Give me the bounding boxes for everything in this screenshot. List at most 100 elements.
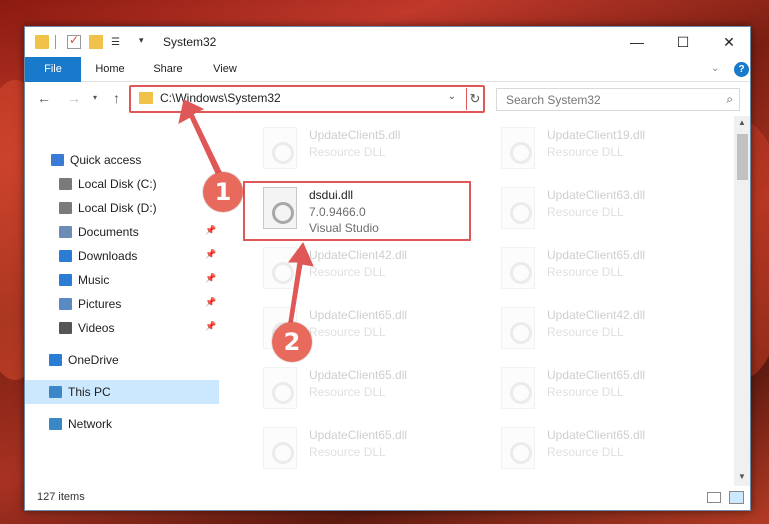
chevron-down-icon[interactable]: ⌄ xyxy=(711,63,719,74)
navigation-pane: Quick access Local Disk (C:) Local Disk (D… xyxy=(25,116,219,486)
file-highlight-box xyxy=(243,181,471,241)
sidebar-item-this-pc[interactable]: This PC xyxy=(25,380,219,404)
quick-access-dropdown-icon[interactable]: ▾ xyxy=(139,35,153,49)
file-description: Resource DLL xyxy=(547,145,624,159)
music-icon xyxy=(59,274,72,286)
dll-file-icon xyxy=(263,127,297,169)
address-path[interactable]: C:\Windows\System32 xyxy=(160,91,281,105)
sidebar-item-label: Quick access xyxy=(70,153,142,167)
file-item[interactable]: UpdateClient65.dll Resource DLL xyxy=(493,362,719,416)
star-icon xyxy=(51,154,64,166)
sidebar-item-pictures[interactable]: Pictures 📌 xyxy=(25,292,219,316)
file-description: Resource DLL xyxy=(547,325,624,339)
file-item[interactable]: UpdateClient19.dll Resource DLL xyxy=(493,122,719,176)
dll-file-icon xyxy=(501,187,535,229)
folder-icon xyxy=(139,92,153,104)
file-item[interactable]: UpdateClient65.dll Resource DLL xyxy=(493,242,719,296)
sidebar-item-onedrive[interactable]: OneDrive xyxy=(25,348,219,372)
tab-file[interactable]: File xyxy=(25,57,81,82)
sidebar-item-quick-access[interactable]: Quick access xyxy=(25,148,219,172)
file-name: UpdateClient65.dll xyxy=(547,428,646,442)
pin-icon[interactable]: 📌 xyxy=(205,297,216,308)
file-name: UpdateClient5.dll xyxy=(309,128,401,142)
step-callout-2: 2 xyxy=(272,322,312,362)
sidebar-item-label: Downloads xyxy=(78,249,138,263)
file-item[interactable]: UpdateClient5.dll Resource DLL xyxy=(255,122,481,176)
pictures-icon xyxy=(59,298,72,310)
file-item[interactable]: UpdateClient65.dll Resource DLL xyxy=(255,422,481,476)
sidebar-item-videos[interactable]: Videos 📌 xyxy=(25,316,219,340)
vertical-scrollbar[interactable]: ▲ ▼ xyxy=(734,116,750,486)
tab-home[interactable]: Home xyxy=(85,57,135,82)
file-item[interactable]: UpdateClient65.dll Resource DLL xyxy=(493,422,719,476)
scroll-down-icon[interactable]: ▼ xyxy=(738,472,746,481)
drive-icon xyxy=(59,202,72,214)
file-item[interactable]: UpdateClient63.dll Resource DLL xyxy=(493,182,719,236)
sidebar-item-label: Videos xyxy=(78,321,115,335)
toolbar-divider xyxy=(55,35,56,49)
file-name: UpdateClient42.dll xyxy=(309,248,408,262)
minimize-button[interactable]: — xyxy=(614,27,660,57)
pin-icon[interactable]: 📌 xyxy=(205,321,216,332)
scroll-up-icon[interactable]: ▲ xyxy=(738,118,746,127)
search-input[interactable]: Search System32 ⌕ xyxy=(496,88,740,111)
file-description: Resource DLL xyxy=(547,385,624,399)
file-item[interactable]: UpdateClient42.dll Resource DLL xyxy=(493,302,719,356)
customize-icon[interactable]: ☰ xyxy=(111,37,129,48)
sidebar-item-label: This PC xyxy=(68,385,111,399)
ribbon-tabs: File Home Share View ⌄ ? xyxy=(25,57,750,82)
forward-arrow-icon[interactable]: → xyxy=(67,90,81,106)
sidebar-item-downloads[interactable]: Downloads 📌 xyxy=(25,244,219,268)
onedrive-icon xyxy=(49,354,62,366)
help-icon[interactable]: ? xyxy=(734,62,749,77)
address-dropdown-icon[interactable]: ⌄ xyxy=(448,91,456,102)
search-icon: ⌕ xyxy=(726,92,733,106)
dll-file-icon xyxy=(263,247,297,289)
dll-file-icon xyxy=(501,307,535,349)
file-list: UpdateClient5.dll Resource DLL dsdui.dll 7.… xyxy=(239,116,735,486)
dll-file-icon xyxy=(501,427,535,469)
sidebar-item-label: Local Disk (D:) xyxy=(78,201,157,215)
sidebar-item-label: Pictures xyxy=(78,297,122,311)
window-title: System32 xyxy=(163,35,217,49)
pin-icon[interactable]: 📌 xyxy=(205,225,216,236)
sidebar-item-documents[interactable]: Documents 📌 xyxy=(25,220,219,244)
videos-icon xyxy=(59,322,72,334)
tiles-view-icon[interactable] xyxy=(729,491,744,504)
file-item[interactable]: UpdateClient42.dll Resource DLL xyxy=(255,242,481,296)
sidebar-item-label: Network xyxy=(68,417,113,431)
status-bar: 127 items xyxy=(25,486,750,510)
folder-icon xyxy=(35,35,49,49)
up-arrow-icon[interactable]: ↑ xyxy=(113,90,120,106)
sidebar-item-network[interactable]: Network xyxy=(25,412,219,436)
file-description: Resource DLL xyxy=(309,445,386,459)
scroll-thumb[interactable] xyxy=(737,134,748,180)
details-view-icon[interactable] xyxy=(707,492,721,503)
pin-icon[interactable]: 📌 xyxy=(205,249,216,260)
tab-view[interactable]: View xyxy=(201,57,249,82)
file-name: UpdateClient65.dll xyxy=(547,368,646,382)
file-name: UpdateClient65.dll xyxy=(309,368,408,382)
sidebar-item-music[interactable]: Music 📌 xyxy=(25,268,219,292)
close-button[interactable]: ✕ xyxy=(706,27,750,57)
sidebar-item-local-disk-c[interactable]: Local Disk (C:) xyxy=(25,172,219,196)
file-description: Resource DLL xyxy=(547,265,624,279)
file-description: Resource DLL xyxy=(547,205,624,219)
file-name: UpdateClient63.dll xyxy=(547,188,646,202)
downloads-icon xyxy=(59,250,72,262)
properties-icon[interactable] xyxy=(67,33,81,49)
file-item[interactable]: UpdateClient65.dll Resource DLL xyxy=(255,362,481,416)
recent-locations-icon[interactable]: ▾ xyxy=(93,93,97,102)
maximize-button[interactable]: ☐ xyxy=(660,27,706,57)
sidebar-item-local-disk-d[interactable]: Local Disk (D:) xyxy=(25,196,219,220)
new-folder-icon[interactable] xyxy=(89,35,103,49)
refresh-icon[interactable]: ↻ xyxy=(466,88,483,110)
file-name: UpdateClient65.dll xyxy=(547,248,646,262)
file-name: UpdateClient65.dll xyxy=(309,428,408,442)
back-arrow-icon[interactable]: ← xyxy=(37,90,51,106)
tab-share[interactable]: Share xyxy=(141,57,195,82)
pin-icon[interactable]: 📌 xyxy=(205,273,216,284)
step-callout-1: 1 xyxy=(203,172,243,212)
explorer-window: ☰ ▾ System32 — ☐ ✕ File Home Share View … xyxy=(24,26,751,511)
address-bar[interactable]: C:\Windows\System32 ⌄ ↻ xyxy=(129,85,485,113)
